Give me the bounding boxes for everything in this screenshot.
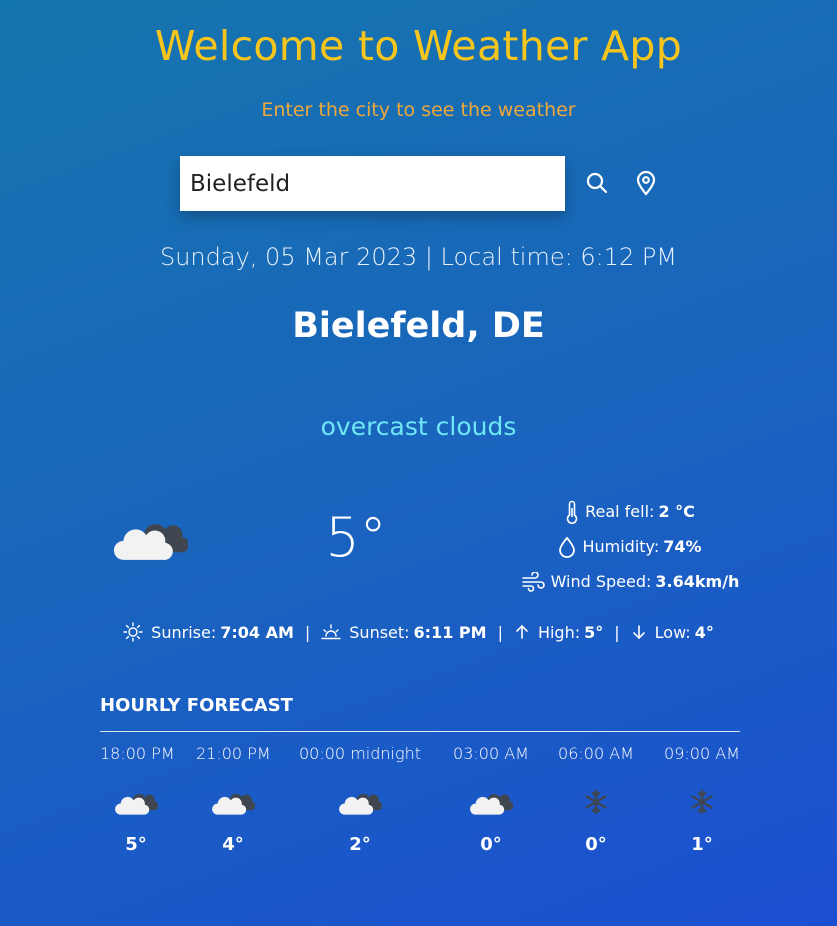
cloudy-icon — [112, 514, 188, 568]
page-title: Welcome to Weather App — [154, 22, 683, 70]
hourly-item: 09:00 AM 1° — [660, 744, 744, 855]
cloudy-icon — [100, 778, 172, 826]
wind-value: 3.64km/h — [655, 572, 740, 591]
hourly-temp: 0° — [585, 834, 607, 855]
hourly-time: 06:00 AM — [558, 744, 634, 763]
real-feel-label: Real fell: — [585, 502, 655, 521]
sunset-label: Sunset: — [349, 622, 410, 642]
humidity-row: Humidity: 74% — [500, 529, 760, 564]
separator: | — [304, 622, 311, 642]
divider — [100, 731, 740, 732]
sun-info-bar: Sunrise: 7:04 AM | Sunset: 6:11 PM | Hig… — [0, 622, 837, 642]
sunrise-label: Sunrise: — [151, 622, 217, 642]
hourly-forecast-title: HOURLY FORECAST — [100, 695, 293, 716]
humidity-label: Humidity: — [582, 537, 660, 556]
city-search-input[interactable] — [180, 156, 565, 211]
hourly-item: 03:00 AM 0° — [449, 744, 533, 855]
local-datetime: Sunday, 05 Mar 2023 | Local time: 6:12 P… — [159, 243, 678, 271]
hourly-temp: 0° — [480, 834, 502, 855]
sunset-item: Sunset: 6:11 PM — [321, 622, 487, 642]
hourly-time: 03:00 AM — [453, 744, 529, 763]
separator: | — [614, 622, 620, 642]
snowflake-icon — [554, 778, 638, 826]
low-value: 4° — [694, 622, 714, 642]
real-feel-value: 2 °C — [658, 502, 695, 521]
separator: | — [497, 622, 503, 642]
hourly-temp: 5° — [125, 834, 147, 855]
hourly-temp: 2° — [349, 834, 371, 855]
sun-icon — [123, 622, 143, 642]
sunset-icon — [321, 624, 341, 640]
weather-details: Real fell: 2 °C Humidity: 74% Wind Speed… — [500, 494, 760, 599]
hourly-temp: 1° — [691, 834, 713, 855]
sunset-value: 6:11 PM — [413, 622, 487, 642]
hourly-time: 09:00 AM — [664, 744, 740, 763]
search-button[interactable] — [582, 168, 612, 198]
hourly-temp: 4° — [222, 834, 244, 855]
real-feel-row: Real fell: 2 °C — [500, 494, 760, 529]
city-name: Bielefeld, DE — [292, 306, 545, 346]
high-label: High: — [537, 622, 581, 642]
current-location-button[interactable] — [631, 168, 661, 198]
high-value: 5° — [584, 622, 604, 642]
wind-icon — [521, 571, 545, 592]
hourly-item: 21:00 PM 4° — [196, 744, 271, 855]
cloudy-icon — [292, 778, 428, 826]
arrow-up-icon — [516, 624, 528, 639]
cloudy-icon — [449, 778, 533, 826]
wind-label: Wind Speed: — [550, 572, 652, 591]
cloudy-icon — [196, 778, 270, 826]
location-pin-icon — [636, 170, 656, 196]
weather-condition: overcast clouds — [320, 412, 517, 441]
hourly-item: 06:00 AM 0° — [554, 744, 638, 855]
arrow-down-icon — [632, 625, 645, 640]
low-label: Low: — [654, 622, 691, 642]
wind-row: Wind Speed: 3.64km/h — [500, 564, 760, 599]
hourly-time: 00:00 midnight — [299, 744, 421, 763]
current-temperature: 5° — [325, 506, 387, 569]
sunrise-value: 7:04 AM — [220, 622, 294, 642]
droplet-icon — [559, 536, 576, 558]
humidity-value: 74% — [663, 537, 702, 556]
hourly-item: 18:00 PM 5° — [100, 744, 175, 855]
snowflake-icon — [660, 778, 744, 826]
search-icon — [586, 172, 608, 194]
hourly-item: 00:00 midnight 2° — [292, 744, 428, 855]
high-item: High: 5° — [514, 623, 603, 642]
sunrise-item: Sunrise: 7:04 AM — [123, 622, 294, 642]
page-subtitle: Enter the city to see the weather — [261, 99, 576, 121]
thermometer-icon — [566, 500, 578, 524]
hourly-time: 18:00 PM — [100, 744, 175, 763]
low-item: Low: 4° — [631, 623, 714, 642]
hourly-time: 21:00 PM — [196, 744, 271, 763]
